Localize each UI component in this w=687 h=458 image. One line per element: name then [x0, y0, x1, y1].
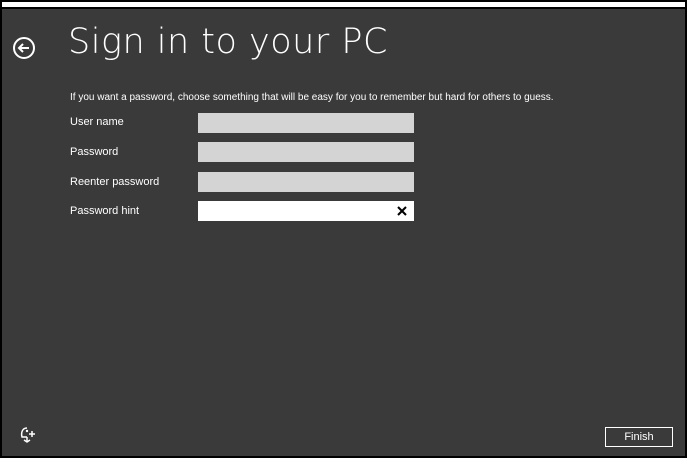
password-label: Password	[70, 146, 119, 158]
reenter-password-label: Reenter password	[70, 176, 160, 188]
clear-button[interactable]	[394, 202, 410, 220]
username-input[interactable]	[198, 113, 414, 133]
setup-window: Sign in to your PC If you want a passwor…	[0, 0, 687, 458]
password-input[interactable]	[198, 142, 414, 162]
password-hint-field	[198, 201, 414, 221]
username-label: User name	[70, 116, 124, 128]
back-button[interactable]	[12, 36, 36, 60]
password-hint-input[interactable]	[198, 201, 388, 221]
top-border	[2, 2, 685, 9]
ease-of-access-button[interactable]	[18, 425, 38, 445]
reenter-password-input[interactable]	[198, 172, 414, 192]
close-icon	[397, 206, 407, 216]
instructions-text: If you want a password, choose something…	[70, 92, 554, 103]
finish-button[interactable]: Finish	[605, 427, 673, 447]
password-hint-label: Password hint	[70, 205, 140, 217]
ease-of-access-icon	[20, 427, 35, 443]
back-arrow-icon	[13, 37, 35, 59]
page-title: Sign in to your PC	[68, 22, 388, 62]
